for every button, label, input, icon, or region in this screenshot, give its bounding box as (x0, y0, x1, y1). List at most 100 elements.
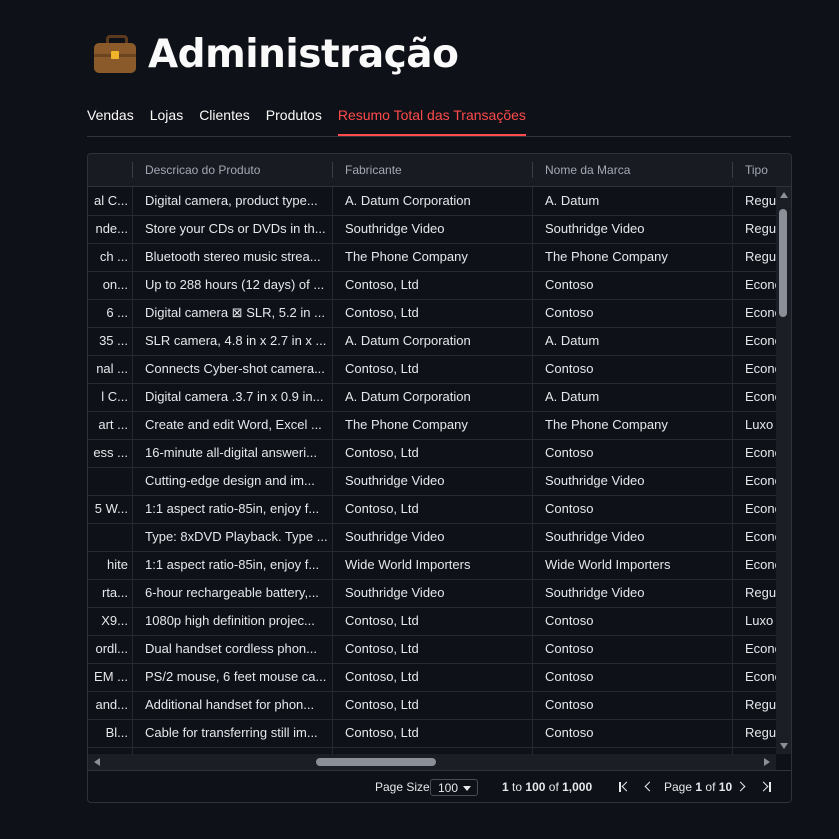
cell-descricao[interactable]: PS/2 mouse, 6 feet mouse ca... (133, 663, 333, 691)
cell-descricao[interactable]: Up to 288 hours (12 days) of ... (133, 271, 333, 299)
cell-truncated[interactable]: ess ... (88, 439, 132, 467)
cell-fabricante[interactable]: The Phone Company (333, 411, 533, 439)
cell-marca[interactable]: Contoso (533, 663, 733, 691)
cell-fabricante[interactable]: A. Datum Corporation (333, 383, 533, 411)
column-header-tipo[interactable]: Tipo (733, 154, 791, 186)
cell-fabricante[interactable]: Southridge Video (333, 523, 533, 551)
cell-marca[interactable]: Contoso (533, 635, 733, 663)
cell-fabricante[interactable]: Contoso, Ltd (333, 271, 533, 299)
tab-clientes[interactable]: Clientes (199, 96, 250, 135)
tab-vendas[interactable]: Vendas (87, 96, 134, 135)
cell-fabricante[interactable]: Contoso, Ltd (333, 691, 533, 719)
cell-fabricante[interactable]: Southridge Video (333, 579, 533, 607)
table-row[interactable]: EM ... PS/2 mouse, 6 feet mouse ca... Cont… (88, 663, 776, 692)
cell-descricao[interactable]: Create and edit Word, Excel ... (133, 411, 333, 439)
cell-descricao[interactable]: Cutting-edge design and im... (133, 467, 333, 495)
cell-descricao[interactable]: SLR camera, 4.8 in x 2.7 in x ... (133, 327, 333, 355)
cell-tipo[interactable]: Econô (733, 439, 776, 467)
cell-descricao[interactable]: Digital camera, product type... (133, 187, 333, 215)
cell-truncated[interactable]: l C... (88, 383, 132, 411)
cell-marca[interactable]: Contoso (533, 719, 733, 747)
table-row[interactable]: and... Additional handset for phon... Cont… (88, 691, 776, 720)
cell-descricao[interactable]: 1080p high definition projec... (133, 607, 333, 635)
tab-produtos[interactable]: Produtos (266, 96, 322, 135)
cell-marca[interactable]: Southridge Video (533, 215, 733, 243)
table-row[interactable]: ch ... Bluetooth stereo music strea... The… (88, 243, 776, 272)
cell-descricao[interactable]: Bluetooth stereo music strea... (133, 243, 333, 271)
cell-tipo[interactable]: Regul (733, 719, 776, 747)
cell-fabricante[interactable]: Contoso, Ltd (333, 607, 533, 635)
cell-descricao[interactable]: 1:1 aspect ratio-85in, enjoy f... (133, 495, 333, 523)
cell-truncated[interactable]: 5 W... (88, 495, 132, 523)
cell-tipo[interactable]: Econô (733, 523, 776, 551)
page-size-select[interactable]: 100 (430, 779, 478, 796)
cell-marca[interactable]: Contoso (533, 495, 733, 523)
cell-fabricante[interactable]: Southridge Video (333, 215, 533, 243)
tab-resumo-total[interactable]: Resumo Total das Transações (337, 96, 526, 136)
cell-tipo[interactable]: Econô (733, 355, 776, 383)
cell-fabricante[interactable]: Contoso, Ltd (333, 719, 533, 747)
cell-fabricante[interactable]: The Phone Company (333, 243, 533, 271)
cell-tipo[interactable]: Econô (733, 663, 776, 691)
cell-truncated[interactable] (88, 467, 132, 495)
cell-tipo[interactable]: Luxo (733, 607, 776, 635)
cell-tipo[interactable]: Econô (733, 467, 776, 495)
tab-lojas[interactable]: Lojas (150, 96, 183, 135)
column-header-truncated[interactable] (88, 154, 132, 186)
cell-tipo[interactable]: Regul (733, 691, 776, 719)
table-row[interactable]: 5 W... 1:1 aspect ratio-85in, enjoy f... C… (88, 495, 776, 524)
table-row[interactable] (88, 747, 776, 754)
cell-descricao[interactable]: 16-minute all-digital answeri... (133, 439, 333, 467)
cell-fabricante[interactable]: Contoso, Ltd (333, 439, 533, 467)
cell-descricao[interactable]: Connects Cyber-shot camera... (133, 355, 333, 383)
cell-descricao[interactable]: Type: 8xDVD Playback. Type ... (133, 523, 333, 551)
cell-descricao[interactable]: Dual handset cordless phon... (133, 635, 333, 663)
cell-descricao[interactable]: Digital camera ⊠ SLR, 5.2 in ... (133, 299, 333, 327)
cell-truncated[interactable]: ch ... (88, 243, 132, 271)
cell-truncated[interactable]: hite (88, 551, 132, 579)
cell-tipo[interactable]: Regul (733, 187, 776, 215)
table-row[interactable]: Type: 8xDVD Playback. Type ... Southridge… (88, 523, 776, 552)
cell-marca[interactable]: Contoso (533, 355, 733, 383)
table-row[interactable]: 35 ... SLR camera, 4.8 in x 2.7 in x ... A… (88, 327, 776, 356)
cell-descricao[interactable]: 6-hour rechargeable battery,... (133, 579, 333, 607)
cell-truncated[interactable]: nal ... (88, 355, 132, 383)
cell-fabricante[interactable]: Contoso, Ltd (333, 299, 533, 327)
cell-marca[interactable]: The Phone Company (533, 411, 733, 439)
cell-truncated[interactable]: X9... (88, 607, 132, 635)
cell-marca[interactable]: Wide World Importers (533, 551, 733, 579)
cell-tipo[interactable]: Econô (733, 495, 776, 523)
table-row[interactable]: l C... Digital camera .3.7 in x 0.9 in...… (88, 383, 776, 412)
cell-marca[interactable]: Southridge Video (533, 579, 733, 607)
cell-truncated[interactable]: ordl... (88, 635, 132, 663)
column-header-fabricante[interactable]: Fabricante (333, 154, 533, 186)
cell-tipo[interactable]: Regul (733, 243, 776, 271)
cell-fabricante[interactable]: A. Datum Corporation (333, 327, 533, 355)
cell-tipo[interactable]: Regul (733, 215, 776, 243)
cell-truncated[interactable]: al C... (88, 187, 132, 215)
cell-truncated[interactable]: 6 ... (88, 299, 132, 327)
table-row[interactable]: al C... Digital camera, product type... A.… (88, 187, 776, 216)
cell-fabricante[interactable]: Wide World Importers (333, 551, 533, 579)
next-page-icon[interactable] (735, 781, 748, 792)
scroll-left-arrow-icon[interactable] (94, 758, 100, 766)
last-page-icon[interactable] (758, 781, 772, 792)
cell-fabricante[interactable]: Contoso, Ltd (333, 495, 533, 523)
cell-tipo[interactable]: Econô (733, 551, 776, 579)
cell-marca[interactable]: The Phone Company (533, 243, 733, 271)
cell-marca[interactable] (533, 747, 733, 754)
cell-tipo[interactable]: Luxo (733, 411, 776, 439)
table-row[interactable]: art ... Create and edit Word, Excel ... Th… (88, 411, 776, 440)
cell-descricao[interactable] (133, 747, 333, 754)
table-row[interactable]: Cutting-edge design and im... Southridge … (88, 467, 776, 496)
cell-truncated[interactable]: art ... (88, 411, 132, 439)
table-row[interactable]: hite 1:1 aspect ratio-85in, enjoy f... Wid… (88, 551, 776, 580)
cell-truncated[interactable] (88, 523, 132, 551)
cell-descricao[interactable]: Cable for transferring still im... (133, 719, 333, 747)
cell-descricao[interactable]: Digital camera .3.7 in x 0.9 in... (133, 383, 333, 411)
cell-marca[interactable]: Southridge Video (533, 523, 733, 551)
scroll-down-arrow-icon[interactable] (780, 743, 788, 749)
cell-tipo[interactable] (733, 747, 776, 754)
table-row[interactable]: nde... Store your CDs or DVDs in th... Sou… (88, 215, 776, 244)
cell-truncated[interactable]: and... (88, 691, 132, 719)
